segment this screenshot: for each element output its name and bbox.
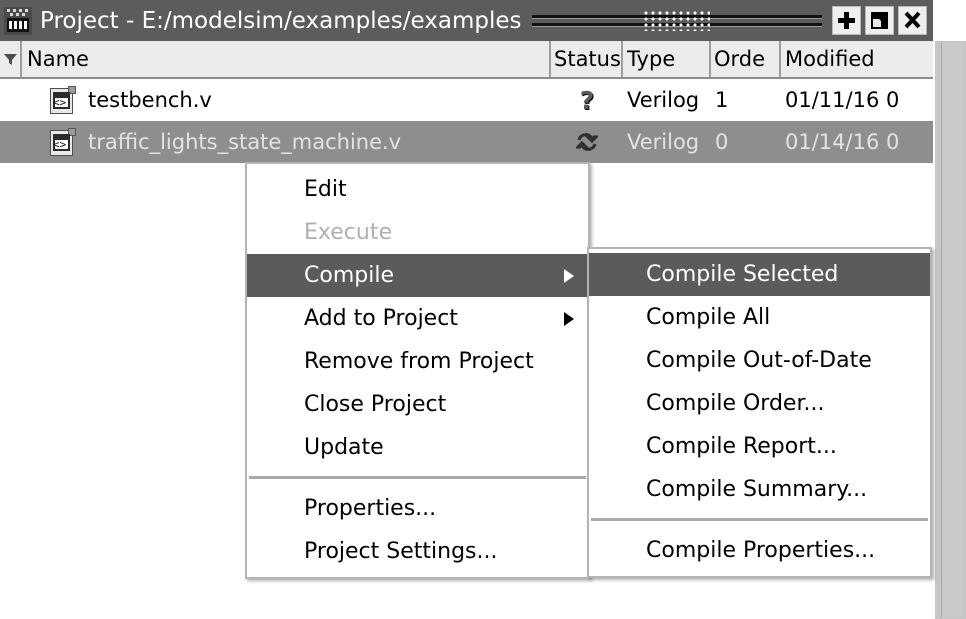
project-window: Project - E:/modelsim/examples/examples	[0, 0, 966, 619]
file-name-label: testbench.v	[88, 88, 212, 112]
menu-item-execute: Execute	[247, 211, 588, 254]
verilog-file-icon: <>	[50, 86, 76, 114]
submenu-item-compile-order[interactable]: Compile Order...	[589, 382, 930, 425]
funnel-filter-icon[interactable]	[0, 41, 22, 77]
menu-item-label: Compile All	[646, 305, 771, 330]
menu-item-label: Execute	[304, 220, 392, 245]
column-header-name[interactable]: Name	[22, 41, 551, 77]
menu-item-label: Compile	[304, 263, 394, 288]
row-type-cell: Verilog	[627, 130, 700, 154]
menu-item-label: Add to Project	[304, 306, 458, 331]
chevron-right-icon	[564, 268, 574, 283]
menu-item-label: Compile Summary...	[646, 477, 868, 502]
context-menu: Edit Execute Compile Add to Project Remo…	[245, 162, 590, 579]
menu-item-label: Compile Out-of-Date	[646, 348, 872, 373]
close-button[interactable]	[898, 6, 927, 35]
menu-item-close-project[interactable]: Close Project	[247, 383, 588, 426]
table-row[interactable]: <> traffic_lights_state_machine.v Verilo…	[0, 121, 933, 163]
menu-item-label: Update	[304, 435, 384, 460]
menu-item-properties[interactable]: Properties...	[247, 487, 588, 530]
menu-separator	[591, 518, 928, 521]
submenu-item-compile-summary[interactable]: Compile Summary...	[589, 468, 930, 511]
row-type-cell: Verilog	[627, 88, 700, 112]
compile-submenu: Compile Selected Compile All Compile Out…	[587, 247, 932, 578]
row-status-cell: ?	[551, 88, 623, 113]
menu-item-label: Compile Selected	[646, 262, 839, 287]
table-header-row: Name Status Type Orde Modified	[0, 41, 933, 79]
menu-item-update[interactable]: Update	[247, 426, 588, 469]
menu-item-label: Compile Report...	[646, 434, 837, 459]
chevron-right-icon	[564, 311, 574, 326]
submenu-item-compile-out-of-date[interactable]: Compile Out-of-Date	[589, 339, 930, 382]
titlebar-buttons	[832, 6, 927, 35]
row-name-cell[interactable]: <> traffic_lights_state_machine.v	[22, 128, 551, 156]
menu-item-remove-from-project[interactable]: Remove from Project	[247, 340, 588, 383]
column-header-modified[interactable]: Modified	[781, 41, 931, 77]
modelsim-app-icon	[4, 6, 32, 35]
question-mark-status-icon: ?	[579, 87, 595, 113]
column-header-status[interactable]: Status	[551, 41, 623, 77]
submenu-item-compile-selected[interactable]: Compile Selected	[589, 253, 930, 296]
dock-button[interactable]	[832, 6, 861, 35]
submenu-item-compile-properties[interactable]: Compile Properties...	[589, 529, 930, 572]
menu-item-edit[interactable]: Edit	[247, 168, 588, 211]
verilog-file-icon: <>	[50, 128, 76, 156]
row-status-cell	[551, 132, 623, 152]
menu-item-compile[interactable]: Compile	[247, 254, 588, 297]
vertical-scrollbar[interactable]	[933, 41, 966, 619]
column-header-type[interactable]: Type	[623, 41, 711, 77]
column-header-order[interactable]: Orde	[711, 41, 781, 77]
menu-item-label: Compile Order...	[646, 391, 825, 416]
menu-item-label: Properties...	[304, 496, 437, 521]
grip-dots	[643, 10, 710, 31]
menu-item-label: Edit	[304, 177, 347, 202]
menu-item-project-settings[interactable]: Project Settings...	[247, 530, 588, 573]
window-title: Project - E:/modelsim/examples/examples	[40, 7, 522, 34]
window-drag-grip[interactable]	[531, 9, 822, 33]
table-row[interactable]: <> testbench.v ? Verilog 1 01/11/16 0	[0, 79, 933, 121]
submenu-item-compile-report[interactable]: Compile Report...	[589, 425, 930, 468]
menu-item-label: Close Project	[304, 392, 447, 417]
menu-item-label: Project Settings...	[304, 539, 498, 564]
menu-item-label: Compile Properties...	[646, 538, 876, 563]
row-modified-cell: 01/14/16 0	[785, 130, 900, 154]
file-name-label: traffic_lights_state_machine.v	[88, 130, 402, 154]
submenu-item-compile-all[interactable]: Compile All	[589, 296, 930, 339]
recompile-status-icon	[574, 132, 600, 152]
row-name-cell[interactable]: <> testbench.v	[22, 86, 551, 114]
menu-separator	[249, 476, 586, 479]
menu-item-add-to-project[interactable]: Add to Project	[247, 297, 588, 340]
window-titlebar[interactable]: Project - E:/modelsim/examples/examples	[0, 0, 933, 41]
menu-item-label: Remove from Project	[304, 349, 534, 374]
row-order-cell: 0	[715, 130, 729, 154]
row-order-cell: 1	[715, 88, 729, 112]
scrollbar-track[interactable]	[941, 43, 962, 617]
row-modified-cell: 01/11/16 0	[785, 88, 900, 112]
undock-button[interactable]	[865, 6, 894, 35]
